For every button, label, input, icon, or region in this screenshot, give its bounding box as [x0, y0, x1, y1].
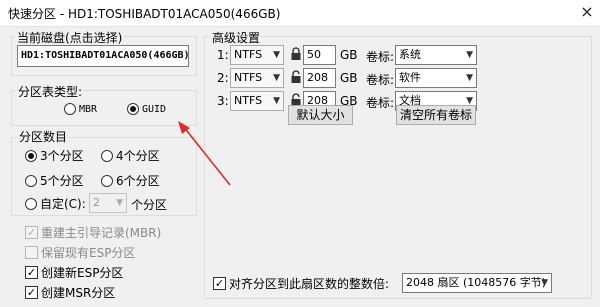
- row-1-index: 1:: [217, 48, 229, 62]
- radio-mbr-label: MBR: [79, 103, 98, 115]
- align-label: 对齐分区到此扇区数的整数倍:: [229, 277, 390, 291]
- check-icon: ✓: [25, 286, 38, 299]
- radio-4-partitions[interactable]: 4个分区: [101, 147, 160, 164]
- custom-count-dropdown[interactable]: 2 ▼: [89, 193, 127, 213]
- radio-3-label: 3个分区: [40, 149, 84, 163]
- radio-custom-label: 自定(C):: [40, 197, 86, 211]
- radio-4-label: 4个分区: [116, 149, 160, 163]
- chevron-down-icon: ▼: [273, 96, 280, 106]
- unlock-icon[interactable]: [290, 70, 302, 84]
- keep-esp-label: 保留现有ESP分区: [41, 246, 136, 260]
- row-2-unit: GB: [340, 71, 358, 85]
- radio-guid[interactable]: GUID: [127, 103, 166, 115]
- radio-5-indicator: [25, 174, 37, 187]
- row-2-size-input[interactable]: 208: [303, 68, 336, 88]
- row-3-fs-dropdown[interactable]: NTFS ▼: [230, 91, 284, 111]
- create-esp-label: 创建新ESP分区: [41, 266, 124, 280]
- align-sectors-dropdown[interactable]: 2048 扇区 (1048576 字节) ▼: [402, 273, 552, 293]
- row-1-fs-dropdown[interactable]: NTFS ▼: [230, 45, 284, 65]
- check-icon: ✓: [25, 266, 38, 279]
- radio-mbr[interactable]: MBR: [64, 103, 97, 115]
- row-2-label-value: 软件: [399, 71, 421, 84]
- window-title: 快速分区 - HD1:TOSHIBADT01ACA050(466GB): [8, 7, 281, 21]
- partition-table-title: 分区表类型:: [16, 83, 85, 100]
- chevron-down-icon: ▼: [466, 73, 473, 83]
- radio-6-partitions[interactable]: 6个分区: [101, 172, 160, 189]
- radio-3-indicator: [25, 149, 37, 162]
- lock-icon[interactable]: [290, 47, 302, 61]
- row-3-fs-value: NTFS: [234, 94, 263, 107]
- radio-5-partitions[interactable]: 5个分区: [25, 172, 84, 189]
- checkbox-keep-esp: 保留现有ESP分区: [25, 244, 135, 261]
- check-icon: ✓: [25, 226, 38, 239]
- chevron-down-icon: ▼: [273, 73, 280, 83]
- advanced-group-title: 高级设置: [210, 29, 263, 46]
- row-2-fs-dropdown[interactable]: NTFS ▼: [230, 68, 284, 88]
- radio-5-label: 5个分区: [40, 174, 84, 188]
- row-3-index: 3:: [217, 94, 229, 108]
- radio-guid-label: GUID: [142, 103, 167, 115]
- radio-mbr-indicator: [64, 103, 76, 115]
- custom-count-value: 2: [93, 196, 100, 209]
- checkbox-rebuild-mbr: ✓ 重建主引导记录(MBR): [25, 224, 161, 241]
- clear-all-labels-button[interactable]: 清空所有卷标: [396, 105, 476, 125]
- create-msr-label: 创建MSR分区: [41, 286, 116, 300]
- checkbox-align-partitions[interactable]: ✓ 对齐分区到此扇区数的整数倍:: [213, 275, 389, 292]
- check-icon: ✓: [213, 277, 226, 290]
- chevron-down-icon: ▼: [273, 50, 280, 60]
- row-2-label-caption: 卷标:: [366, 73, 395, 87]
- radio-3-partitions[interactable]: 3个分区: [25, 147, 84, 164]
- row-1-label-dropdown[interactable]: 系统 ▼: [395, 45, 477, 65]
- row-1-label-caption: 卷标:: [366, 50, 395, 64]
- radio-custom-indicator: [25, 197, 37, 210]
- radio-6-indicator: [101, 174, 113, 187]
- row-1-size-input[interactable]: 50: [303, 45, 336, 65]
- row-1-fs-value: NTFS: [234, 48, 263, 61]
- row-2-label-dropdown[interactable]: 软件 ▼: [395, 68, 477, 88]
- title-bar: 快速分区 - HD1:TOSHIBADT01ACA050(466GB) ×: [0, 0, 600, 26]
- partition-count-title: 分区数目: [17, 128, 70, 145]
- checkbox-create-esp[interactable]: ✓ 创建新ESP分区: [25, 264, 123, 281]
- close-icon[interactable]: ×: [578, 3, 596, 21]
- chevron-down-icon: ▼: [541, 278, 548, 288]
- row-2-index: 2:: [217, 71, 229, 85]
- row-1-label-value: 系统: [399, 48, 421, 61]
- radio-custom[interactable]: 自定(C):: [25, 195, 86, 212]
- default-size-button[interactable]: 默认大小: [288, 105, 353, 125]
- radio-guid-indicator: [127, 103, 139, 115]
- align-sectors-value: 2048 扇区 (1048576 字节): [406, 276, 547, 289]
- rebuild-mbr-label: 重建主引导记录(MBR): [41, 226, 162, 240]
- radio-6-label: 6个分区: [116, 174, 160, 188]
- row-2-fs-value: NTFS: [234, 71, 263, 84]
- checkbox-empty-box: [25, 246, 38, 259]
- custom-count-suffix: 个分区: [131, 198, 168, 212]
- disk-selector[interactable]: HD1:TOSHIBADT01ACA050(466GB): [17, 45, 189, 67]
- row-1-unit: GB: [340, 48, 358, 62]
- radio-4-indicator: [101, 149, 113, 162]
- disk-group-title: 当前磁盘(点击选择): [15, 29, 125, 46]
- chevron-down-icon: ▼: [466, 50, 473, 60]
- row-3-label-caption: 卷标:: [366, 96, 395, 110]
- checkbox-create-msr[interactable]: ✓ 创建MSR分区: [25, 284, 115, 301]
- chevron-down-icon: ▼: [116, 198, 123, 208]
